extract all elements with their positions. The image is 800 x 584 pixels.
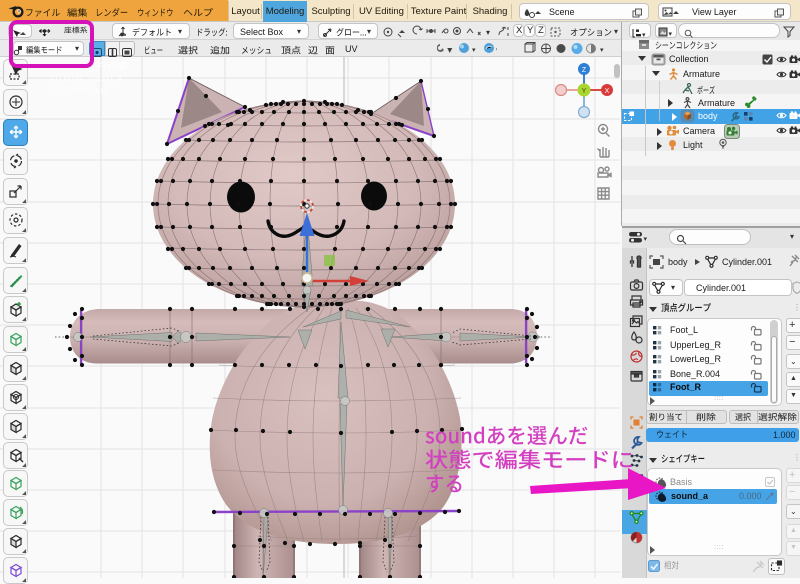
- svg-text:▾: ▾: [669, 31, 673, 38]
- svg-text:X: X: [605, 88, 610, 95]
- svg-text:▾: ▾: [496, 47, 497, 54]
- svg-text:▾: ▾: [448, 47, 452, 54]
- svg-text:▾: ▾: [486, 28, 490, 37]
- svg-text:▾: ▾: [600, 47, 604, 54]
- svg-text:▾: ▾: [472, 47, 476, 54]
- svg-text:▾: ▾: [644, 236, 648, 243]
- svg-text:▾: ▾: [642, 32, 646, 39]
- svg-text:Y: Y: [582, 88, 587, 95]
- svg-text:Z: Z: [582, 67, 587, 74]
